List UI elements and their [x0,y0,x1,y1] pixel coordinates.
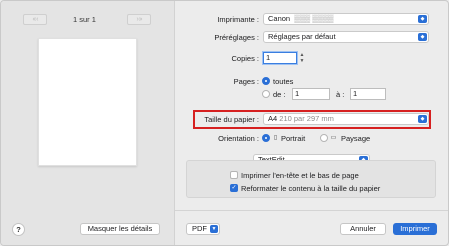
chevron-updown-icon: ◆ [418,33,427,41]
landscape-radio[interactable] [320,134,328,142]
printer-popup[interactable]: Canon ▒▒▒ ▒▒▒▒ ◆ [263,13,429,25]
pages-to-field[interactable]: 1 [350,88,386,100]
footer-divider [175,210,448,211]
copies-field[interactable]: 1 [263,52,297,64]
pages-to-label: à : [336,90,345,99]
print-button[interactable]: Imprimer [393,223,437,235]
pages-from-field[interactable]: 1 [292,88,330,100]
preview-pane: ‹‹ ‹ 1 sur 1 › ›› ? Masquer les détails [1,1,175,245]
orientation-label: Orientation : [218,134,259,143]
printer-value: Canon [268,14,291,23]
landscape-icon: ▭ [330,135,337,141]
paper-size-popup[interactable]: A4 210 par 297 mm ◆ [263,113,429,125]
print-header-footer-label: Imprimer l'en-tête et le bas de page [241,171,359,180]
print-dialog: ‹‹ ‹ 1 sur 1 › ›› ? Masquer les détails … [0,0,449,246]
help-button[interactable]: ? [12,223,25,236]
next-page-button[interactable]: › ›› [127,14,151,25]
landscape-label: Paysage [341,134,371,143]
paper-size-label: Taille du papier : [204,115,259,124]
previous-page-button[interactable]: ‹‹ ‹ [23,14,47,25]
portrait-label: Portrait [281,134,306,143]
hide-details-button[interactable]: Masquer les détails [80,223,160,235]
presets-value: Réglages par défaut [268,32,336,41]
cancel-button[interactable]: Annuler [340,223,386,235]
paper-size-dims: 210 par 297 mm [279,114,334,123]
chevron-down-icon: ▼ [210,225,218,233]
copies-stepper[interactable]: ▲ ▼ [299,52,305,64]
rewrap-label: Reformater le contenu à la taille du pap… [241,184,381,193]
page-counter: 1 sur 1 [73,15,96,24]
printer-model-blurred: ▒▒▒ ▒▒▒▒ [292,14,334,23]
pages-label: Pages : [233,77,259,86]
pages-range-radio[interactable] [262,90,270,98]
copies-label: Copies : [231,54,259,63]
page-preview [38,38,137,166]
paper-size-value: A4 [268,114,278,123]
portrait-radio[interactable] [262,134,270,142]
rewrap-checkbox[interactable]: ✓ [230,184,238,192]
pdf-label: PDF [192,224,207,233]
chevron-updown-icon: ◆ [418,115,427,123]
pages-from-label: de : [273,90,286,99]
chevron-updown-icon: ◆ [418,15,427,23]
pages-all-label: toutes [273,77,294,86]
presets-label: Préréglages : [214,33,259,42]
portrait-icon: ▯ [273,135,278,141]
print-header-footer-checkbox[interactable] [230,171,238,179]
pdf-menu-button[interactable]: PDF ▼ [186,223,220,235]
pages-all-radio[interactable] [262,77,270,85]
printer-label: Imprimante : [217,15,259,24]
presets-popup[interactable]: Réglages par défaut ◆ [263,31,429,43]
